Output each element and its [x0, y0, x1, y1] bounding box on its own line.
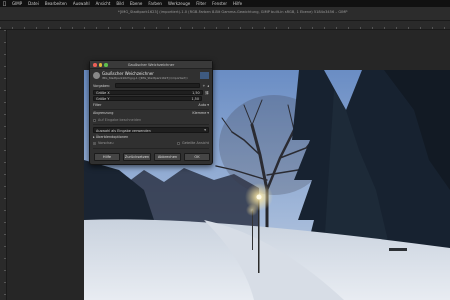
crop-combo[interactable]: Auswahl als Eingabe verwenden ▾: [93, 127, 209, 133]
filter-row: Filter Auto ▾: [93, 103, 209, 107]
presets-label: Vorgaben:: [93, 83, 111, 88]
blend-row: ▸ Überblendoptionen: [93, 135, 209, 139]
menu-auswahl[interactable]: Auswahl: [73, 1, 90, 6]
dialog-title-bar[interactable]: Gaußscher Weichzeichner: [90, 61, 212, 69]
help-button[interactable]: Hilfe: [94, 153, 120, 161]
size-x-row: Größe X 1,50 ⛓: [93, 90, 209, 95]
crop-chevron-icon: ▾: [204, 128, 206, 132]
menu-filter[interactable]: Filter: [196, 1, 206, 6]
menu-farben[interactable]: Farben: [148, 1, 162, 6]
window-controls: [93, 63, 108, 67]
size-y-value: 1,50: [191, 97, 199, 101]
reset-button[interactable]: Zurücksetzen: [123, 153, 151, 161]
dialog-title: Gaußscher Weichzeichner: [127, 62, 175, 67]
horizontal-ruler[interactable]: [0, 21, 450, 30]
dialog-header-subtitle: IMG_Stadtpark1623.jpg-1 ([IMG_Stadtpark1…: [102, 76, 188, 80]
menu-datei[interactable]: Datei: [28, 1, 39, 6]
dialog-header: Gaußscher Weichzeichner IMG_Stadtpark162…: [93, 71, 209, 80]
size-x-label: Größe X: [96, 91, 110, 95]
size-y-label: Größe Y: [96, 97, 110, 101]
menu-ansicht[interactable]: Ansicht: [96, 1, 111, 6]
presets-row: Vorgaben: + ◂: [93, 83, 209, 88]
ok-button[interactable]: OK: [184, 153, 210, 161]
image-thumbnail: [200, 72, 209, 79]
apple-icon[interactable]: : [3, 1, 6, 7]
size-x-slider[interactable]: Größe X 1,50: [93, 90, 203, 95]
gimp-logo-icon: [93, 72, 100, 79]
chain-link-icon[interactable]: ⛓: [205, 91, 209, 95]
preview-row: Vorschau Geteilte Ansicht: [93, 141, 209, 145]
presets-combo[interactable]: [115, 83, 201, 88]
abyss-chevron-icon[interactable]: ▾: [207, 111, 209, 115]
divider: [93, 148, 209, 149]
menu-bearbeiten[interactable]: Bearbeiten: [45, 1, 67, 6]
split-view-checkbox[interactable]: [176, 141, 180, 145]
blend-label[interactable]: Überblendoptionen: [96, 135, 129, 139]
menu-gimp[interactable]: GIMP: [12, 1, 22, 6]
minimize-window-button[interactable]: [98, 63, 102, 67]
menu-hilfe[interactable]: Hilfe: [233, 1, 242, 6]
window-title: *[IMG_Stadtpark1623] (importiert)-1.0 (R…: [118, 10, 348, 14]
split-view-label: Geteilte Ansicht: [181, 141, 209, 145]
add-preset-icon[interactable]: +: [202, 84, 205, 88]
menu-bar:  GIMP Datei Bearbeiten Auswahl Ansicht …: [0, 0, 450, 7]
crop-label: Auswahl als Eingabe verwenden: [96, 128, 151, 133]
blend-expander-icon[interactable]: ▸: [93, 135, 95, 139]
filter-select[interactable]: Auto: [198, 103, 206, 107]
abyss-row: Abgrenzung Klemme ▾: [93, 111, 209, 115]
window-title-bar: *[IMG_Stadtpark1623] (importiert)-1.0 (R…: [0, 7, 450, 21]
zoom-window-button[interactable]: [104, 63, 108, 67]
preview-checkbox[interactable]: [93, 141, 96, 145]
size-x-value: 1,50: [192, 91, 200, 95]
preset-menu-icon[interactable]: ◂: [207, 84, 209, 88]
size-y-slider[interactable]: Größe Y 1,50: [93, 96, 202, 101]
clip-row: Auf Eingabe beschneiden: [93, 118, 209, 122]
menu-werkzeuge[interactable]: Werkzeuge: [168, 1, 190, 6]
crop-row: Auswahl als Eingabe verwenden ▾: [93, 127, 209, 133]
preview-label: Vorschau: [98, 141, 114, 145]
divider: [93, 109, 209, 110]
filter-chevron-icon[interactable]: ▾: [207, 103, 209, 107]
abyss-label: Abgrenzung: [93, 111, 114, 115]
clip-label: Auf Eingabe beschneiden: [98, 118, 142, 122]
cancel-button[interactable]: Abbrechen: [154, 153, 181, 161]
filter-label: Filter: [93, 103, 102, 107]
close-window-button[interactable]: [93, 63, 97, 67]
menu-fenster[interactable]: Fenster: [212, 1, 227, 6]
menu-bild[interactable]: Bild: [116, 1, 124, 6]
divider: [93, 124, 209, 125]
gaussian-blur-dialog: Gaußscher Weichzeichner Gaußscher Weichz…: [89, 60, 213, 165]
menu-ebene[interactable]: Ebene: [130, 1, 143, 6]
abyss-select[interactable]: Klemme: [192, 111, 206, 115]
clip-checkbox[interactable]: [93, 118, 96, 122]
vertical-ruler[interactable]: [0, 30, 7, 300]
size-y-row: Größe Y 1,50: [93, 96, 209, 101]
